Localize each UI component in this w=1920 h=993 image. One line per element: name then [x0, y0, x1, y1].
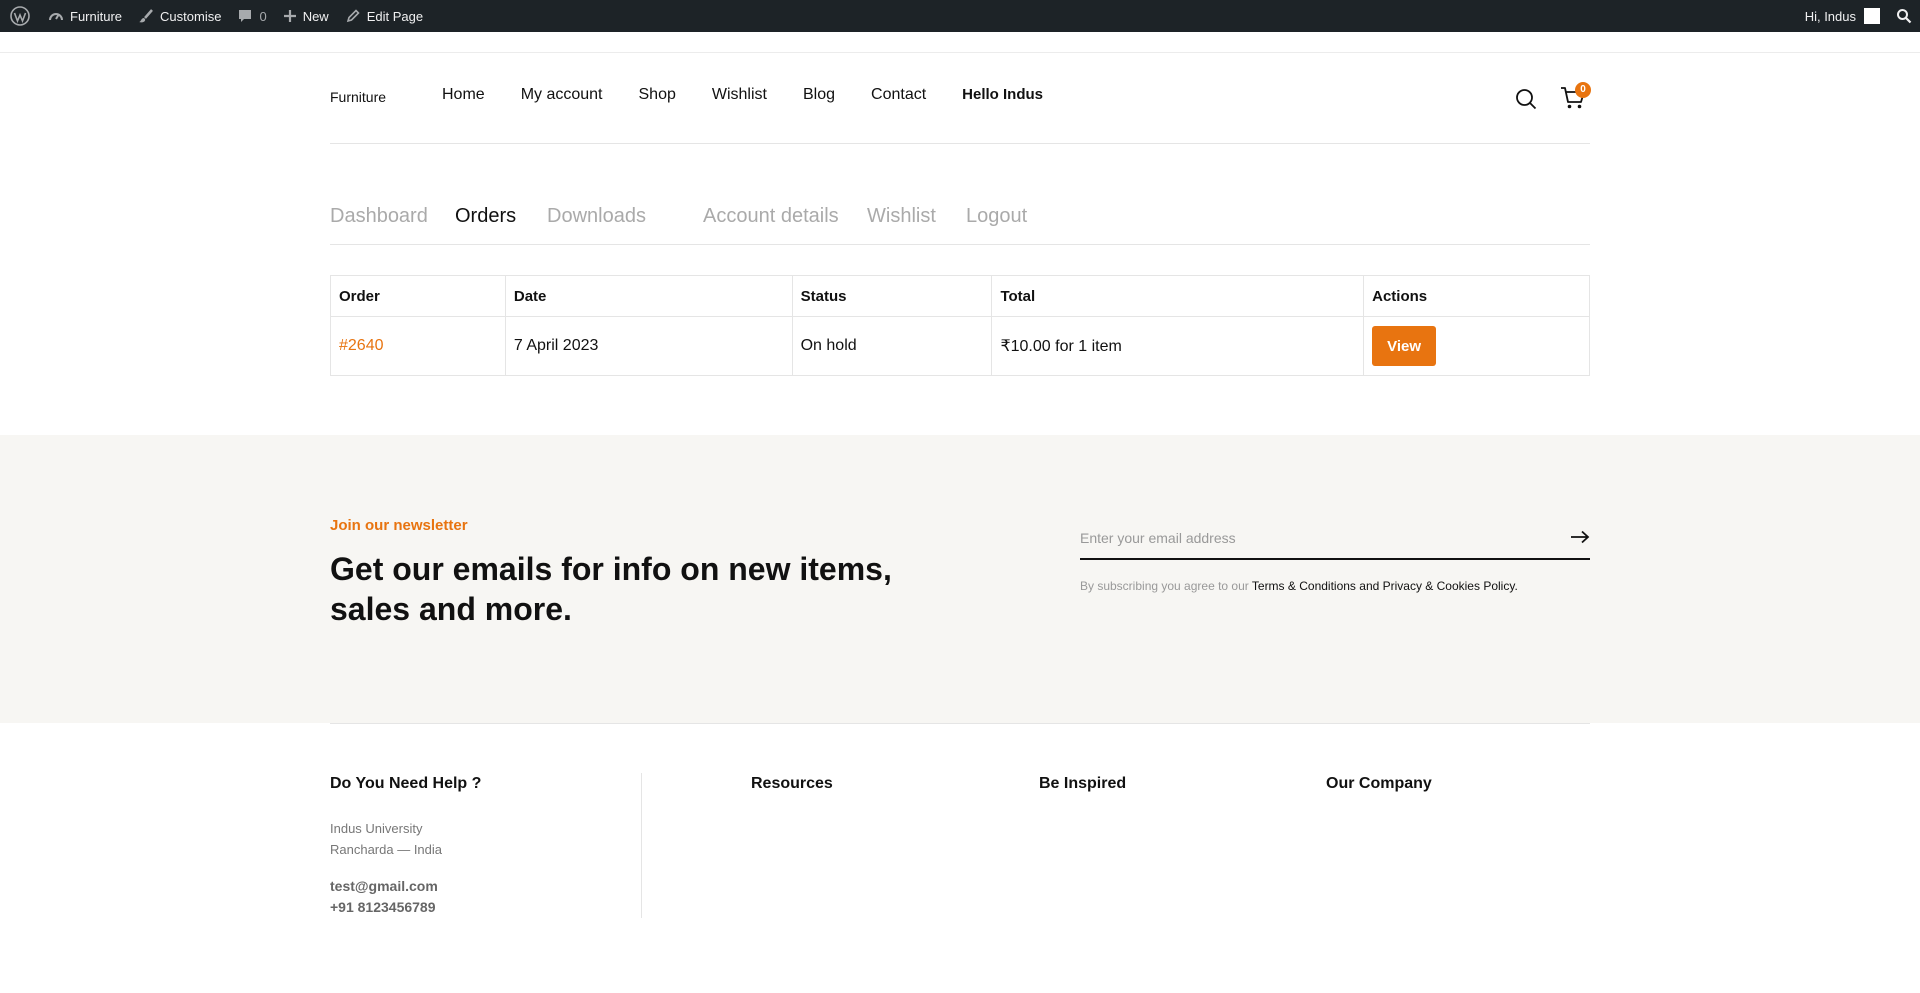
admin-comments[interactable]: 0	[229, 0, 274, 32]
footer-phone[interactable]: +91 8123456789	[330, 899, 436, 915]
arrow-right-icon[interactable]	[1570, 530, 1590, 544]
nav-shop[interactable]: Shop	[639, 86, 676, 104]
nav-wishlist[interactable]: Wishlist	[712, 86, 767, 104]
newsletter-terms: By subscribing you agree to our Terms & …	[1080, 579, 1518, 593]
admin-search-icon[interactable]	[1888, 0, 1920, 32]
nav-home[interactable]: Home	[442, 86, 485, 104]
dashboard-icon	[49, 13, 63, 21]
admin-customise-label: Customise	[160, 8, 222, 24]
footer-divider	[330, 723, 1590, 724]
tab-account-details[interactable]: Account details	[703, 205, 839, 228]
admin-new-label: New	[302, 8, 329, 24]
view-order-button[interactable]: View	[1372, 326, 1437, 366]
admin-greeting: Hi, Indus	[1804, 8, 1856, 24]
admin-bar-right: Hi, Indus	[1797, 0, 1920, 32]
footer-help-title: Do You Need Help ?	[330, 775, 482, 792]
column-header-date: Date	[504, 275, 793, 317]
admin-site-name-label: Furniture	[70, 8, 123, 24]
main-nav: Home My account Shop Wishlist Blog Conta…	[442, 86, 1079, 104]
footer-address-line2: Rancharda — India	[330, 842, 443, 857]
avatar	[1864, 8, 1880, 24]
admin-account-menu[interactable]: Hi, Indus	[1797, 0, 1888, 32]
footer-resources-title: Resources	[751, 775, 833, 792]
admin-bar: Furniture Customise 0 New Edit Page Hi, …	[0, 0, 1920, 32]
column-header-order: Order	[330, 275, 506, 317]
search-icon[interactable]	[1515, 88, 1537, 110]
order-number-cell: #2640	[330, 316, 506, 376]
orders-table: Order Date Status Total Actions #2640 7 …	[330, 275, 1590, 376]
tab-wishlist[interactable]: Wishlist	[867, 205, 936, 228]
order-number-link[interactable]: #2640	[339, 337, 384, 354]
newsletter-input-underline	[1080, 558, 1590, 560]
footer-column-divider	[641, 773, 642, 918]
footer-address-line1: Indus University	[330, 821, 423, 836]
admin-edit-page[interactable]: Edit Page	[337, 0, 431, 32]
column-header-status: Status	[791, 275, 993, 317]
plus-icon	[283, 10, 296, 22]
newsletter-heading: Get our emails for info on new items, sa…	[330, 551, 892, 627]
nav-contact[interactable]: Contact	[871, 86, 926, 104]
footer-inspired-title: Be Inspired	[1039, 775, 1127, 792]
site-logo[interactable]: Furniture	[330, 89, 386, 105]
order-actions-cell: View	[1363, 316, 1590, 376]
admin-new[interactable]: New	[275, 0, 337, 32]
comment-icon	[239, 10, 252, 22]
table-header-row: Order Date Status Total Actions	[330, 275, 1590, 317]
order-status: On hold	[791, 316, 993, 376]
nav-hello-user[interactable]: Hello Indus	[962, 86, 1043, 104]
nav-blog[interactable]: Blog	[803, 86, 835, 104]
footer-company-title: Our Company	[1326, 775, 1432, 792]
admin-site-name[interactable]: Furniture	[40, 0, 130, 32]
newsletter-terms-prefix: By subscribing you agree to our	[1080, 579, 1249, 593]
admin-customise[interactable]: Customise	[130, 0, 229, 32]
order-date: 7 April 2023	[504, 316, 793, 376]
nav-my-account[interactable]: My account	[521, 86, 603, 104]
cart-count-badge: 0	[1575, 82, 1591, 98]
brush-icon	[139, 9, 153, 23]
column-header-actions: Actions	[1363, 275, 1590, 317]
newsletter-section: Join our newsletter Get our emails for i…	[0, 435, 1920, 723]
header-divider	[330, 143, 1590, 144]
footer-email[interactable]: test@gmail.com	[330, 878, 438, 894]
pencil-icon	[346, 9, 360, 23]
column-header-total: Total	[991, 275, 1365, 317]
header-top-divider	[0, 52, 1920, 53]
tab-logout[interactable]: Logout	[966, 205, 1027, 228]
admin-comments-count: 0	[259, 8, 267, 24]
tab-orders[interactable]: Orders	[455, 205, 516, 228]
order-total: ₹10.00 for 1 item	[991, 316, 1365, 376]
tabs-divider	[330, 244, 1590, 245]
admin-edit-page-label: Edit Page	[366, 8, 424, 24]
tab-downloads[interactable]: Downloads	[547, 205, 646, 228]
newsletter-email-input[interactable]	[1080, 523, 1540, 553]
newsletter-terms-link[interactable]: Terms & Conditions and Privacy & Cookies…	[1252, 579, 1518, 593]
newsletter-eyebrow: Join our newsletter	[330, 517, 468, 534]
wordpress-logo-icon[interactable]	[0, 0, 40, 32]
tab-dashboard[interactable]: Dashboard	[330, 205, 428, 228]
table-row: #2640 7 April 2023 On hold ₹10.00 for 1 …	[330, 316, 1590, 376]
